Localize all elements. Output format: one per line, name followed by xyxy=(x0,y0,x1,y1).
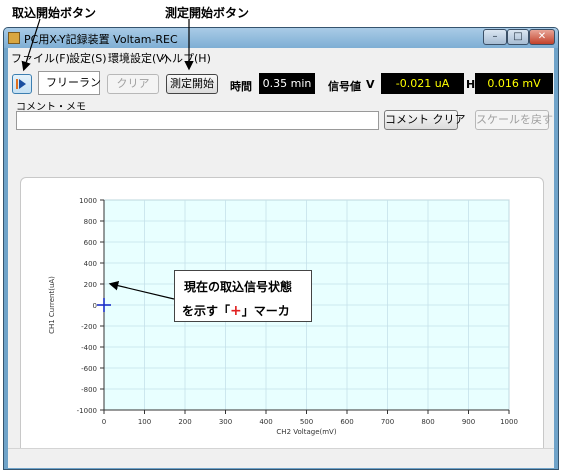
y-tick-label: 0 xyxy=(93,302,97,310)
title-bar: PC用X-Y記録装置 Voltam-REC – □ ✕ xyxy=(4,28,558,48)
x-tick-label: 300 xyxy=(219,418,232,426)
x-tick-label: 200 xyxy=(178,418,191,426)
x-tick-label: 800 xyxy=(421,418,434,426)
x-tick-label: 900 xyxy=(462,418,475,426)
x-tick-label: 600 xyxy=(340,418,353,426)
y-tick-label: -200 xyxy=(81,323,97,331)
y-tick-label: 200 xyxy=(84,281,97,289)
comment-input[interactable] xyxy=(16,111,379,130)
x-tick-label: 400 xyxy=(259,418,272,426)
y-tick-label: 800 xyxy=(84,218,97,226)
app-icon xyxy=(8,32,20,44)
menu-file[interactable]: ファイル(F) xyxy=(11,50,70,66)
time-display: 0.35 min xyxy=(259,73,315,94)
marker-callout: 現在の取込信号状態 を示す「+」マーカ xyxy=(174,270,312,322)
x-tick-label: 500 xyxy=(300,418,313,426)
v-value-display: -0.021 uA xyxy=(381,73,464,94)
y-tick-label: 600 xyxy=(84,239,97,247)
measure-button-annotation: 測定開始ボタン xyxy=(165,6,250,20)
x-tick-label: 100 xyxy=(138,418,151,426)
client-area: ファイル(F) 設定(S) 環境設定(V) ヘルプ(H) フリーラン クリア 測… xyxy=(8,48,554,468)
y-tick-label: -600 xyxy=(81,365,97,373)
callout-line2: を示す「+」マーカ xyxy=(182,302,290,319)
menu-environment[interactable]: 環境設定(V) xyxy=(108,50,168,66)
callout-marker-symbol: + xyxy=(230,303,242,319)
y-tick-label: -800 xyxy=(81,386,97,394)
maximize-button[interactable]: □ xyxy=(507,29,529,45)
capture-start-button[interactable] xyxy=(12,74,32,94)
app-window: PC用X-Y記録装置 Voltam-REC – □ ✕ ファイル(F) 設定(S… xyxy=(3,27,559,470)
y-tick-label: -1000 xyxy=(77,407,97,415)
callout-line2-pre: を示す「 xyxy=(182,304,231,318)
capture-button-annotation: 取込開始ボタン xyxy=(12,6,97,20)
mode-display[interactable]: フリーラン xyxy=(38,71,101,95)
y-tick-label: 400 xyxy=(84,260,97,268)
window-title: PC用X-Y記録装置 Voltam-REC xyxy=(24,33,178,46)
y-axis-title: CH1 Current(uA) xyxy=(48,276,56,334)
x-tick-label: 1000 xyxy=(500,418,518,426)
callout-line1: 現在の取込信号状態 xyxy=(184,280,293,294)
measure-start-button[interactable]: 測定開始 xyxy=(166,74,218,94)
status-bar xyxy=(8,448,554,468)
play-icon xyxy=(16,79,26,89)
close-button[interactable]: ✕ xyxy=(529,29,555,45)
x-tick-label: 0 xyxy=(102,418,106,426)
clear-button[interactable]: クリア xyxy=(107,74,159,94)
minimize-button[interactable]: – xyxy=(483,29,507,45)
y-tick-label: -400 xyxy=(81,344,97,352)
menu-help[interactable]: ヘルプ(H) xyxy=(161,50,211,66)
x-axis-title: CH2 Voltage(mV) xyxy=(276,428,336,436)
signal-label: 信号値 xyxy=(328,80,361,93)
reset-scale-button[interactable]: スケールを戻す xyxy=(475,110,553,130)
menu-settings[interactable]: 設定(S) xyxy=(69,50,107,66)
h-value-display: 0.016 mV xyxy=(475,73,553,94)
x-tick-label: 700 xyxy=(381,418,394,426)
callout-line2-post: 」マーカ xyxy=(241,304,290,318)
h-label: H xyxy=(466,78,476,91)
v-label: V xyxy=(366,78,375,91)
time-label: 時間 xyxy=(230,80,252,93)
menu-bar: ファイル(F) 設定(S) 環境設定(V) ヘルプ(H) xyxy=(8,48,554,65)
y-tick-label: 1000 xyxy=(79,197,97,205)
comment-clear-button[interactable]: コメント クリア xyxy=(384,110,466,130)
